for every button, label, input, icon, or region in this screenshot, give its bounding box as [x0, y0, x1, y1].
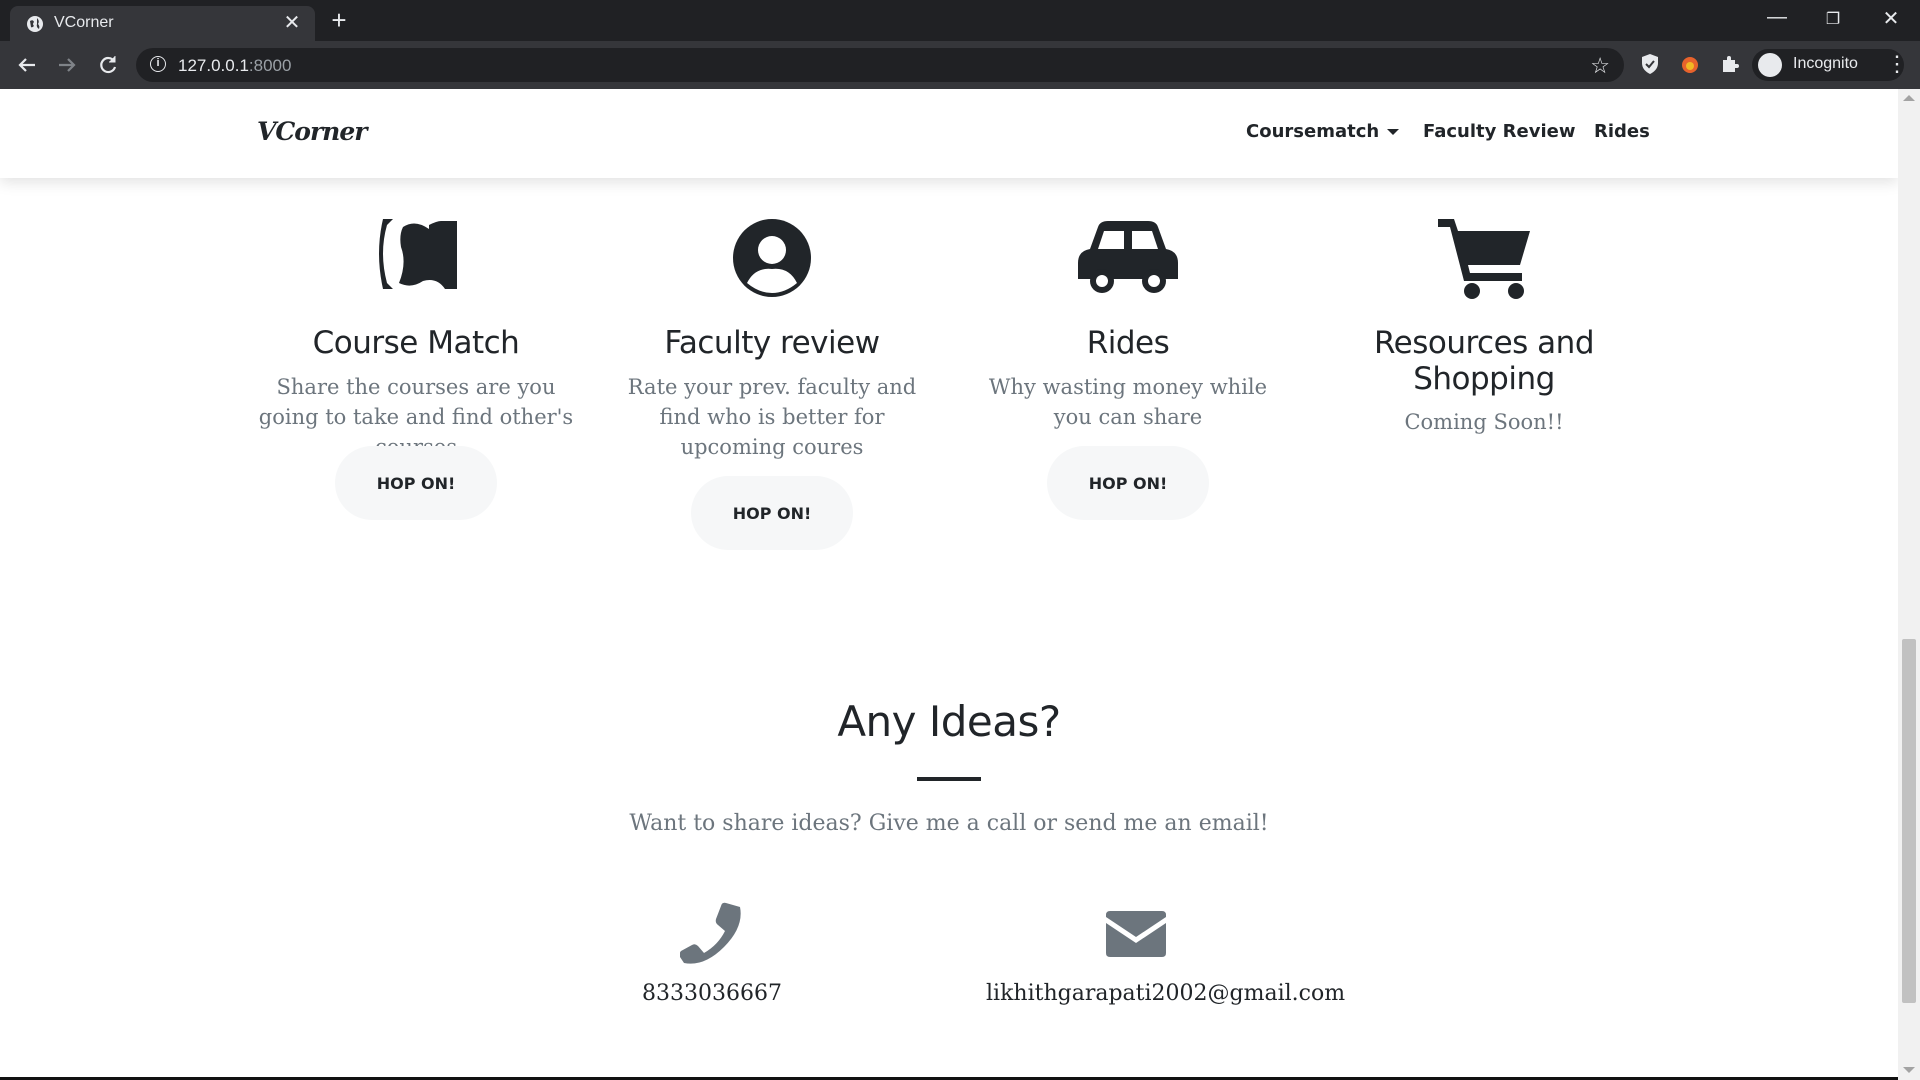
new-tab-icon[interactable]: +: [325, 6, 353, 34]
restore-icon[interactable]: ❐: [1818, 9, 1848, 29]
nav-coursematch-dropdown[interactable]: Coursematch: [1246, 121, 1400, 142]
url-text: 127.0.0.1:8000: [178, 56, 292, 75]
fox-extension-icon[interactable]: [1678, 52, 1702, 76]
feature-title: Course Match: [312, 325, 520, 361]
email-address[interactable]: likhithgarapati2002@gmail.com: [986, 981, 1345, 1006]
brand-logo[interactable]: VCorner: [257, 117, 367, 146]
course-match-logo-icon: [379, 219, 457, 289]
ideas-subtitle: Want to share ideas? Give me a call or s…: [629, 811, 1269, 836]
scroll-down-arrow-icon[interactable]: [1903, 1067, 1915, 1073]
scrollbar-thumb[interactable]: [1902, 639, 1916, 1003]
ideas-heading: Any Ideas?: [837, 697, 1061, 746]
address-bar[interactable]: i 127.0.0.1:8000 ☆: [136, 48, 1624, 82]
profile-button[interactable]: Incognito: [1752, 49, 1904, 81]
browser-tab-strip: VCorner ✕ + — ❐ ✕: [0, 0, 1920, 41]
forward-icon[interactable]: [53, 51, 81, 79]
hop-on-course-match-button[interactable]: HOP ON!: [335, 446, 497, 520]
close-tab-icon[interactable]: ✕: [281, 12, 303, 34]
globe-icon: [27, 16, 43, 32]
incognito-icon: [1758, 53, 1782, 77]
hop-on-rides-button[interactable]: HOP ON!: [1047, 446, 1209, 520]
bookmark-star-icon[interactable]: ☆: [1590, 53, 1610, 79]
puzzle-extensions-icon[interactable]: [1718, 52, 1742, 76]
browser-tab[interactable]: VCorner ✕: [10, 6, 315, 41]
feature-title: Faculty review: [664, 325, 880, 361]
reload-icon[interactable]: [94, 51, 122, 79]
back-icon[interactable]: [13, 51, 41, 79]
feature-description: Why wasting money while you can share: [988, 375, 1268, 429]
section-divider: [917, 777, 981, 781]
browser-toolbar: i 127.0.0.1:8000 ☆: [0, 41, 1920, 89]
contact-email: likhithgarapati2002@gmail.com: [986, 901, 1345, 1006]
site-info-icon[interactable]: i: [150, 56, 166, 72]
site-navbar: VCorner Coursematch Faculty Review Rides: [0, 89, 1898, 178]
contact-phone: 8333036667: [612, 901, 812, 1006]
phone-icon: [680, 902, 741, 964]
feature-title: Resources and Shopping: [1374, 325, 1595, 397]
shopping-cart-icon: [1438, 219, 1530, 299]
feature-description: Rate your prev. faculty and find who is …: [627, 375, 917, 459]
page-viewport: VCorner Coursematch Faculty Review Rides…: [0, 89, 1898, 1080]
envelope-icon: [1106, 911, 1166, 957]
page-scrollbar[interactable]: [1898, 89, 1920, 1080]
minimize-icon[interactable]: —: [1762, 6, 1792, 29]
feature-title: Rides: [1086, 325, 1170, 361]
hop-on-faculty-review-button[interactable]: HOP ON!: [691, 476, 853, 550]
close-window-icon[interactable]: ✕: [1876, 6, 1906, 31]
nav-faculty-review[interactable]: Faculty Review: [1423, 121, 1575, 142]
scroll-up-arrow-icon[interactable]: [1903, 95, 1915, 101]
shield-extension-icon[interactable]: [1638, 52, 1662, 76]
tab-title: VCorner: [54, 14, 114, 31]
user-circle-icon: [733, 219, 811, 297]
caret-down-icon: [1387, 129, 1400, 135]
menu-kebab-icon[interactable]: ⋮: [1886, 51, 1908, 77]
car-icon: [1078, 221, 1178, 293]
nav-rides[interactable]: Rides: [1594, 121, 1650, 142]
feature-description: Coming Soon!!: [1404, 410, 1564, 434]
phone-number[interactable]: 8333036667: [612, 981, 812, 1006]
profile-label: Incognito: [1793, 55, 1858, 72]
